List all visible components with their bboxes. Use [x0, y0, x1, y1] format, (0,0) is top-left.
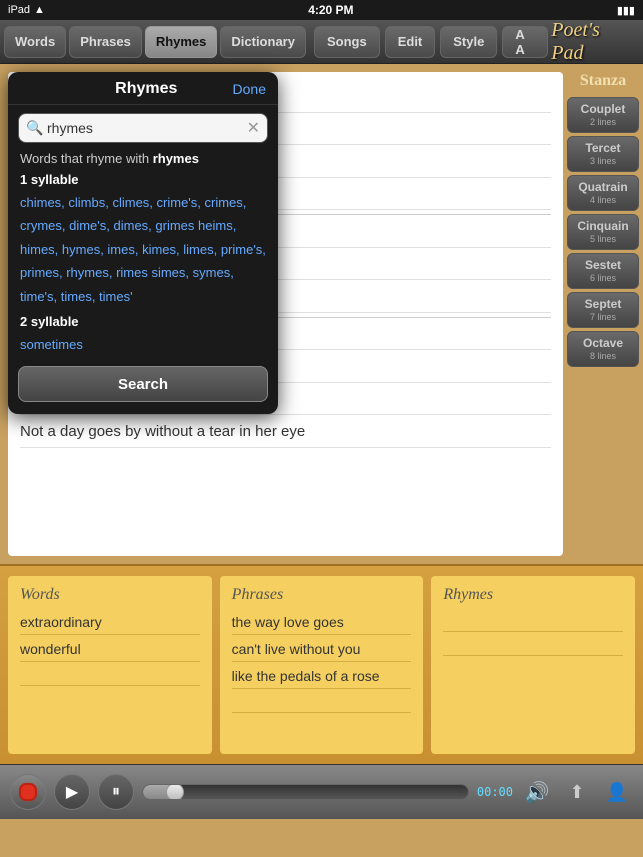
carrier-label: iPad: [8, 4, 30, 16]
app-title: Poet's Pad: [551, 19, 639, 65]
user-icon: 👤: [606, 782, 628, 803]
rhymes-popup-title: Rhymes: [60, 80, 233, 98]
rhyme-words-2: sometimes: [20, 333, 266, 356]
words-item-1: wonderful: [20, 641, 200, 662]
words-item-empty: [20, 668, 200, 686]
phrases-card: Phrases the way love goes can't live wit…: [220, 576, 424, 754]
search-clear-icon[interactable]: ✕: [247, 118, 260, 138]
progress-thumb[interactable]: [166, 784, 184, 800]
tab-style[interactable]: Style: [440, 26, 497, 58]
status-right: ▮▮▮: [617, 4, 635, 17]
stanza-tercet[interactable]: Tercet 3 lines: [567, 136, 639, 172]
rhymes-card-title: Rhymes: [443, 586, 623, 604]
pause-button[interactable]: ⏸: [98, 774, 134, 810]
tab-edit[interactable]: Edit: [385, 26, 436, 58]
progress-bar[interactable]: [142, 784, 469, 800]
editor-line: Not a day goes by without a tear in her …: [20, 419, 551, 448]
rhymes-search-button[interactable]: Search: [18, 366, 268, 402]
pause-icon: ⏸: [112, 783, 120, 801]
syllable-label-1: 1 syllable: [20, 172, 266, 187]
tab-words[interactable]: Words: [4, 26, 66, 58]
words-card: Words extraordinary wonderful: [8, 576, 212, 754]
tab-aa[interactable]: A A: [502, 26, 548, 58]
nav-bar: Words Phrases Rhymes Dictionary Songs Ed…: [0, 20, 643, 64]
stanza-sestet[interactable]: Sestet 6 lines: [567, 253, 639, 289]
volume-button[interactable]: 🔊: [521, 776, 553, 808]
volume-icon: 🔊: [525, 780, 550, 805]
playback-bar: ▶ ⏸ 00:00 🔊 ⬆ 👤: [0, 764, 643, 819]
status-bar: iPad ▲ 4:20 PM ▮▮▮: [0, 0, 643, 20]
status-left: iPad ▲: [8, 4, 45, 16]
rhymes-search-wrapper: 🔍 ✕: [18, 113, 268, 143]
rhymes-item-empty-2: [443, 638, 623, 656]
user-button[interactable]: 👤: [601, 776, 633, 808]
rhyme-words-1: chimes, climbs, climes, crime's, crimes,…: [20, 191, 266, 308]
phrases-card-title: Phrases: [232, 586, 412, 604]
stanza-couplet[interactable]: Couplet 2 lines: [567, 97, 639, 133]
tab-dictionary[interactable]: Dictionary: [220, 26, 306, 58]
words-card-title: Words: [20, 586, 200, 604]
time-label: 4:20 PM: [308, 3, 353, 17]
rhymes-search-input[interactable]: [18, 113, 268, 143]
play-icon: ▶: [66, 782, 78, 802]
play-button[interactable]: ▶: [54, 774, 90, 810]
rhymes-search-row: 🔍 ✕: [8, 105, 278, 151]
phrases-item-empty: [232, 695, 412, 713]
rhymes-card: Rhymes: [431, 576, 635, 754]
stanza-septet[interactable]: Septet 7 lines: [567, 292, 639, 328]
playback-time: 00:00: [477, 785, 513, 799]
tab-songs[interactable]: Songs: [314, 26, 380, 58]
phrases-item-0: the way love goes: [232, 614, 412, 635]
search-icon: 🔍: [26, 120, 43, 137]
syllable-label-2: 2 syllable: [20, 314, 266, 329]
share-icon: ⬆: [569, 782, 584, 803]
rhymes-content: Words that rhyme with rhymes 1 syllable …: [8, 151, 278, 356]
bottom-section: Words extraordinary wonderful Phrases th…: [0, 564, 643, 764]
phrases-item-1: can't live without you: [232, 641, 412, 662]
wifi-icon: ▲: [34, 4, 45, 16]
rhymes-popup: Rhymes Done 🔍 ✕ Words that rhyme with rh…: [8, 72, 278, 414]
tab-rhymes[interactable]: Rhymes: [145, 26, 218, 58]
words-item-0: extraordinary: [20, 614, 200, 635]
stanza-title: Stanza: [580, 72, 626, 90]
phrases-item-2: like the pedals of a rose: [232, 668, 412, 689]
rhymes-intro: Words that rhyme with rhymes: [20, 151, 266, 166]
stanza-sidebar: Stanza Couplet 2 lines Tercet 3 lines Qu…: [563, 64, 643, 564]
share-button[interactable]: ⬆: [561, 776, 593, 808]
rhymes-done-button[interactable]: Done: [233, 81, 266, 97]
rhymes-popup-header: Rhymes Done: [8, 72, 278, 105]
tab-phrases[interactable]: Phrases: [69, 26, 142, 58]
record-button[interactable]: [10, 774, 46, 810]
stanza-cinquain[interactable]: Cinquain 5 lines: [567, 214, 639, 250]
rhymes-item-empty: [443, 614, 623, 632]
stanza-octave[interactable]: Octave 8 lines: [567, 331, 639, 367]
battery-icon: ▮▮▮: [617, 4, 635, 17]
main-area: gone along 's done house a home n t till…: [0, 64, 643, 564]
stanza-quatrain[interactable]: Quatrain 4 lines: [567, 175, 639, 211]
